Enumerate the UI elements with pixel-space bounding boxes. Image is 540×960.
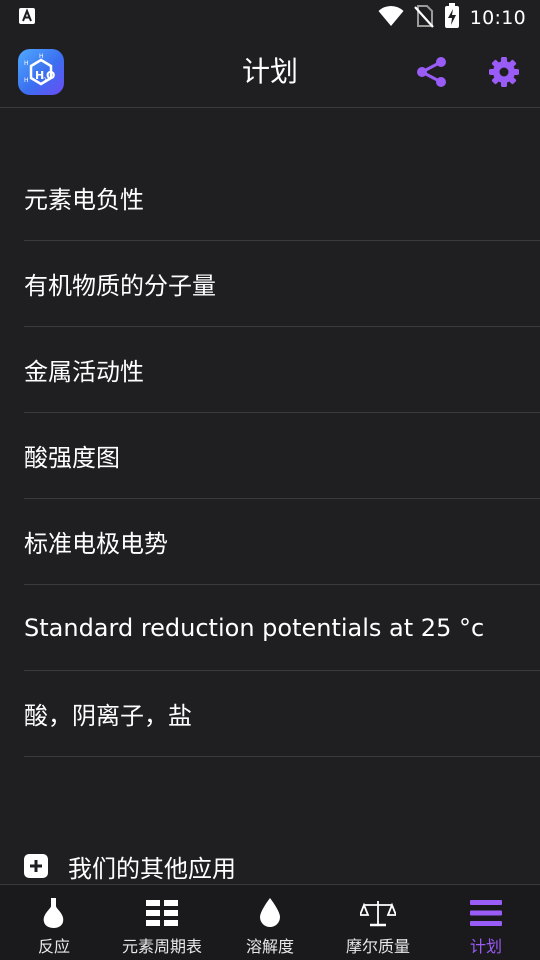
list-item-label: 元素电负性 xyxy=(24,186,144,214)
plus-box-icon xyxy=(24,854,48,878)
list-item-label: Standard reduction potentials at 25 °c xyxy=(24,613,485,642)
page-title: 计划 xyxy=(241,55,298,88)
svg-text:H: H xyxy=(39,53,44,60)
nav-label: 元素周期表 xyxy=(121,937,202,956)
nav-label: 溶解度 xyxy=(245,937,294,956)
nav-label: 反应 xyxy=(37,937,70,956)
wifi-icon xyxy=(378,5,404,31)
list-item-label: 酸，阴离子，盐 xyxy=(24,702,192,730)
svg-text:O: O xyxy=(46,69,55,82)
status-time: 10:10 xyxy=(469,7,526,29)
other-apps-button[interactable]: 我们的其他应用 xyxy=(24,845,236,887)
drop-icon xyxy=(258,897,282,929)
list-item-organic-molecular-weight[interactable]: 有机物质的分子量 xyxy=(24,241,540,327)
list-item-standard-reduction-potentials[interactable]: Standard reduction potentials at 25 °c xyxy=(24,585,540,671)
nav-tab-reactions[interactable]: 反应 xyxy=(0,885,108,960)
svg-text:H: H xyxy=(24,60,29,67)
status-bar: 10:10 xyxy=(0,0,540,36)
svg-text:H: H xyxy=(24,77,29,84)
list-item-label: 酸强度图 xyxy=(24,444,120,472)
nav-tab-solubility[interactable]: 溶解度 xyxy=(216,885,324,960)
screen: 10:10 H 2 O H H H 计划 元素电负性 有机物质的分子量 金属活动… xyxy=(0,0,540,960)
list-item-standard-electrode-potential[interactable]: 标准电极电势 xyxy=(24,499,540,585)
nav-label: 计划 xyxy=(469,937,502,956)
settings-button[interactable] xyxy=(484,52,524,92)
notification-a-icon xyxy=(18,7,36,29)
flask-icon xyxy=(41,897,67,929)
gear-icon xyxy=(489,57,519,87)
battery-charging-icon xyxy=(444,3,460,33)
bottom-nav: 反应 元素周期表 溶解度 摩尔质量 计划 xyxy=(0,884,540,960)
app-bar: H 2 O H H H 计划 xyxy=(0,36,540,108)
list-item-label: 金属活动性 xyxy=(24,358,144,386)
nav-tab-molar-mass[interactable]: 摩尔质量 xyxy=(324,885,432,960)
share-icon xyxy=(417,57,446,87)
nav-tab-periodic-table[interactable]: 元素周期表 xyxy=(108,885,216,960)
list-item-label: 有机物质的分子量 xyxy=(24,272,216,300)
table-icon xyxy=(146,897,178,929)
share-button[interactable] xyxy=(412,52,452,92)
molecule-logo-icon: H 2 O H H H xyxy=(24,53,55,86)
other-apps-label: 我们的其他应用 xyxy=(68,854,236,883)
list-item-acid-strength[interactable]: 酸强度图 xyxy=(24,413,540,499)
list-item-label: 标准电极电势 xyxy=(24,530,168,558)
nav-tab-plans[interactable]: 计划 xyxy=(432,885,540,960)
plans-list: 元素电负性 有机物质的分子量 金属活动性 酸强度图 标准电极电势 Standar… xyxy=(0,155,540,757)
list-item-metal-activity[interactable]: 金属活动性 xyxy=(24,327,540,413)
list-item-acids-anions-salts[interactable]: 酸，阴离子，盐 xyxy=(24,671,540,757)
list-item-electronegativity[interactable]: 元素电负性 xyxy=(24,155,540,241)
app-logo: H 2 O H H H xyxy=(18,49,64,95)
nav-label: 摩尔质量 xyxy=(345,937,410,956)
scale-icon xyxy=(360,897,396,929)
menu-icon xyxy=(470,897,502,929)
no-sim-icon xyxy=(413,4,434,32)
